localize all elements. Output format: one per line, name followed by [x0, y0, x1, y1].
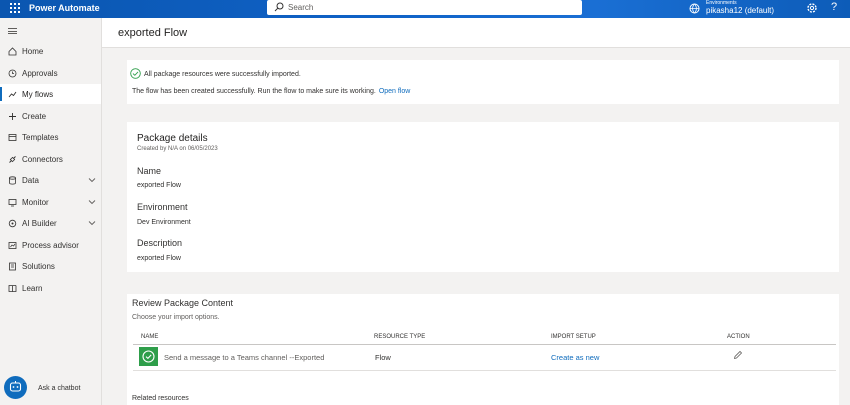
sidebar: Home Approvals My flows Create Templates…	[0, 18, 102, 405]
process-advisor-icon	[8, 242, 17, 249]
sidebar-item-label: Templates	[22, 133, 59, 142]
description-label: Description	[137, 238, 183, 248]
sidebar-item-my-flows[interactable]: My flows	[0, 84, 101, 104]
column-header-import-setup[interactable]: IMPORT SETUP	[551, 334, 596, 340]
review-package-card: Review Package Content Choose your impor…	[127, 294, 839, 405]
plus-icon	[9, 113, 16, 120]
page-header: exported Flow	[102, 18, 850, 48]
package-created-by: Created by N/A on 06/05/2023	[137, 146, 218, 152]
sidebar-item-monitor[interactable]: Monitor	[0, 192, 101, 212]
name-value: exported Flow	[137, 182, 181, 189]
column-header-resource-type[interactable]: RESOURCE TYPE	[374, 334, 425, 340]
sidebar-item-learn[interactable]: Learn	[0, 278, 101, 298]
sidebar-item-label: Approvals	[22, 69, 58, 78]
sidebar-item-ai-builder[interactable]: AI Builder	[0, 213, 101, 233]
chatbot-button[interactable]	[4, 376, 27, 399]
search-input[interactable]: Search	[288, 3, 313, 12]
sidebar-item-solutions[interactable]: Solutions	[0, 256, 101, 276]
chevron-down-icon	[88, 178, 96, 183]
sidebar-item-label: Process advisor	[22, 241, 79, 250]
environment-name[interactable]: pikasha12 (default)	[706, 6, 774, 15]
package-details-title: Package details	[137, 133, 208, 144]
top-bar: Power Automate Search Environments pikas…	[0, 0, 850, 18]
sidebar-item-data[interactable]: Data	[0, 170, 101, 190]
chevron-down-icon	[88, 221, 96, 226]
sidebar-item-connectors[interactable]: Connectors	[0, 149, 101, 169]
check-circle-icon	[142, 350, 155, 363]
home-icon	[8, 47, 17, 56]
search-box[interactable]: Search	[267, 0, 582, 15]
created-message-text: The flow has been created successfully. …	[132, 88, 376, 95]
templates-icon	[8, 134, 17, 141]
column-header-action[interactable]: ACTION	[727, 334, 750, 340]
sidebar-item-label: Home	[22, 47, 44, 56]
sidebar-item-label: Data	[22, 176, 39, 185]
chevron-down-icon	[88, 200, 96, 205]
chatbot-icon	[9, 381, 22, 392]
environment-value: Dev Environment	[137, 219, 191, 226]
resource-type: Flow	[375, 353, 391, 362]
edit-pencil-icon[interactable]	[733, 350, 743, 360]
app-launcher-icon[interactable]	[10, 3, 22, 15]
import-setup-link[interactable]: Create as new	[551, 353, 599, 362]
sidebar-item-process-advisor[interactable]: Process advisor	[0, 235, 101, 255]
app-title[interactable]: Power Automate	[29, 3, 100, 13]
sidebar-item-label: Solutions	[22, 262, 55, 271]
environment-icon[interactable]	[689, 3, 700, 14]
created-message: The flow has been created successfully. …	[132, 88, 410, 95]
open-flow-link[interactable]: Open flow	[379, 88, 411, 95]
sidebar-item-label: My flows	[22, 90, 54, 99]
sidebar-item-label: Monitor	[22, 198, 49, 207]
sidebar-item-home[interactable]: Home	[0, 41, 101, 61]
sidebar-item-label: Connectors	[22, 155, 63, 164]
package-details-card: Package details Created by N/A on 06/05/…	[127, 122, 839, 272]
review-title: Review Package Content	[132, 298, 234, 308]
help-icon[interactable]: ?	[831, 1, 837, 13]
monitor-icon	[8, 199, 17, 207]
sidebar-item-label: AI Builder	[22, 219, 57, 228]
column-header-name[interactable]: NAME	[141, 334, 158, 340]
connectors-icon	[9, 156, 16, 163]
learn-icon	[8, 285, 17, 293]
approvals-icon	[8, 69, 17, 78]
gear-icon[interactable]	[806, 2, 818, 14]
resource-status-icon	[139, 347, 158, 366]
ai-builder-icon	[8, 219, 17, 228]
main-content: exported Flow All package resources were…	[102, 18, 850, 405]
solutions-icon	[9, 262, 16, 271]
flows-icon	[8, 91, 17, 98]
data-icon	[9, 176, 16, 185]
row-divider	[133, 370, 836, 371]
review-subtitle: Choose your import options.	[132, 314, 220, 321]
environment-field-label: Environment	[137, 202, 188, 212]
resource-name: Send a message to a Teams channel --Expo…	[164, 353, 325, 362]
import-status-card: All package resources were successfully …	[127, 60, 839, 104]
sidebar-item-templates[interactable]: Templates	[0, 127, 101, 147]
sidebar-item-approvals[interactable]: Approvals	[0, 63, 101, 83]
page-title: exported Flow	[118, 27, 188, 39]
header-divider	[133, 344, 836, 345]
success-check-icon	[130, 68, 141, 79]
sidebar-item-label: Create	[22, 112, 47, 121]
sidebar-item-label: Learn	[22, 284, 43, 293]
name-label: Name	[137, 166, 162, 176]
success-message: All package resources were successfully …	[144, 71, 301, 78]
hamburger-menu-icon[interactable]	[8, 28, 17, 34]
search-icon	[274, 2, 284, 12]
sidebar-item-create[interactable]: Create	[0, 106, 101, 126]
description-value: exported Flow	[137, 255, 181, 262]
related-resources-label: Related resources	[132, 395, 189, 402]
chatbot-label[interactable]: Ask a chatbot	[38, 385, 80, 392]
